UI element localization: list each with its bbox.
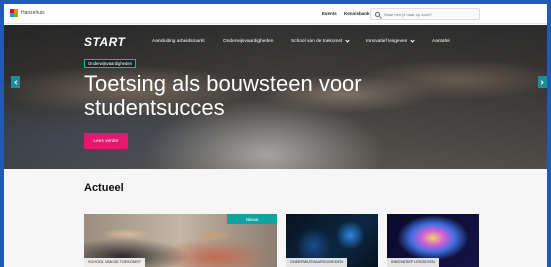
search-box[interactable] xyxy=(370,8,480,20)
logo-text: Hanzehuis xyxy=(21,10,45,16)
chevron-down-icon xyxy=(410,38,415,43)
news-card[interactable]: ONDERWIJSVAARDIGHEDEN xyxy=(286,214,378,267)
card-category: ONDERWIJSVAARDIGHEDEN xyxy=(286,258,347,267)
nav-label: Onderwijsvaardigheden xyxy=(223,39,274,44)
site-logo[interactable]: Hanzehuis xyxy=(10,9,45,17)
browser-viewport: Hanzehuis Events Kennisbank START Aanslu… xyxy=(4,4,547,267)
nav-item-aansluiting[interactable]: Aansluiting arbeidsmarkt xyxy=(152,39,205,44)
read-more-button[interactable]: Lees verder xyxy=(84,133,128,149)
nav-item-school-van-de-toekomst[interactable]: School van de toekomst xyxy=(291,38,350,44)
news-card[interactable]: Nieuw SCHOOL VAN DE TOEKOMST xyxy=(84,214,277,267)
nav-label: Aantafel xyxy=(432,39,450,44)
nav-label: School van de toekomst xyxy=(291,39,343,44)
events-link[interactable]: Events xyxy=(322,11,337,16)
arrow-left-icon[interactable] xyxy=(11,76,20,88)
search-icon[interactable] xyxy=(375,11,380,17)
section-title: Actueel xyxy=(84,182,124,194)
nav-label: Innovatief lesgeven xyxy=(366,39,408,44)
brand-logo[interactable]: START xyxy=(84,35,125,49)
nav-item-innovatief-lesgeven[interactable]: Innovatief lesgeven xyxy=(366,38,415,44)
nav-label: Aansluiting arbeidsmarkt xyxy=(152,39,205,44)
nav-item-onderwijsvaardigheden[interactable]: Onderwijsvaardigheden xyxy=(223,39,273,44)
news-card[interactable]: INNOVATIEF LESGEVEN xyxy=(387,214,479,267)
nav-item-aantafel[interactable]: Aantafel xyxy=(432,39,450,44)
search-input[interactable] xyxy=(384,11,474,17)
hero-banner: START Aansluiting arbeidsmarkt Onderwijs… xyxy=(4,25,547,169)
news-section: Actueel Nieuw SCHOOL VAN DE TOEKOMST OND… xyxy=(4,169,547,267)
new-badge: Nieuw xyxy=(227,214,277,224)
kennisbank-link[interactable]: Kennisbank xyxy=(344,11,370,16)
logo-mark-icon xyxy=(10,9,18,17)
category-tag[interactable]: Onderwijsvaardigheden xyxy=(84,59,136,68)
top-bar: Hanzehuis Events Kennisbank xyxy=(4,4,547,24)
card-category: INNOVATIEF LESGEVEN xyxy=(387,258,439,267)
arrow-right-icon[interactable] xyxy=(538,76,547,88)
chevron-down-icon xyxy=(345,38,350,43)
card-category: SCHOOL VAN DE TOEKOMST xyxy=(84,258,146,267)
hero-title: Toetsing als bouwsteen voor studentsucce… xyxy=(84,71,362,120)
